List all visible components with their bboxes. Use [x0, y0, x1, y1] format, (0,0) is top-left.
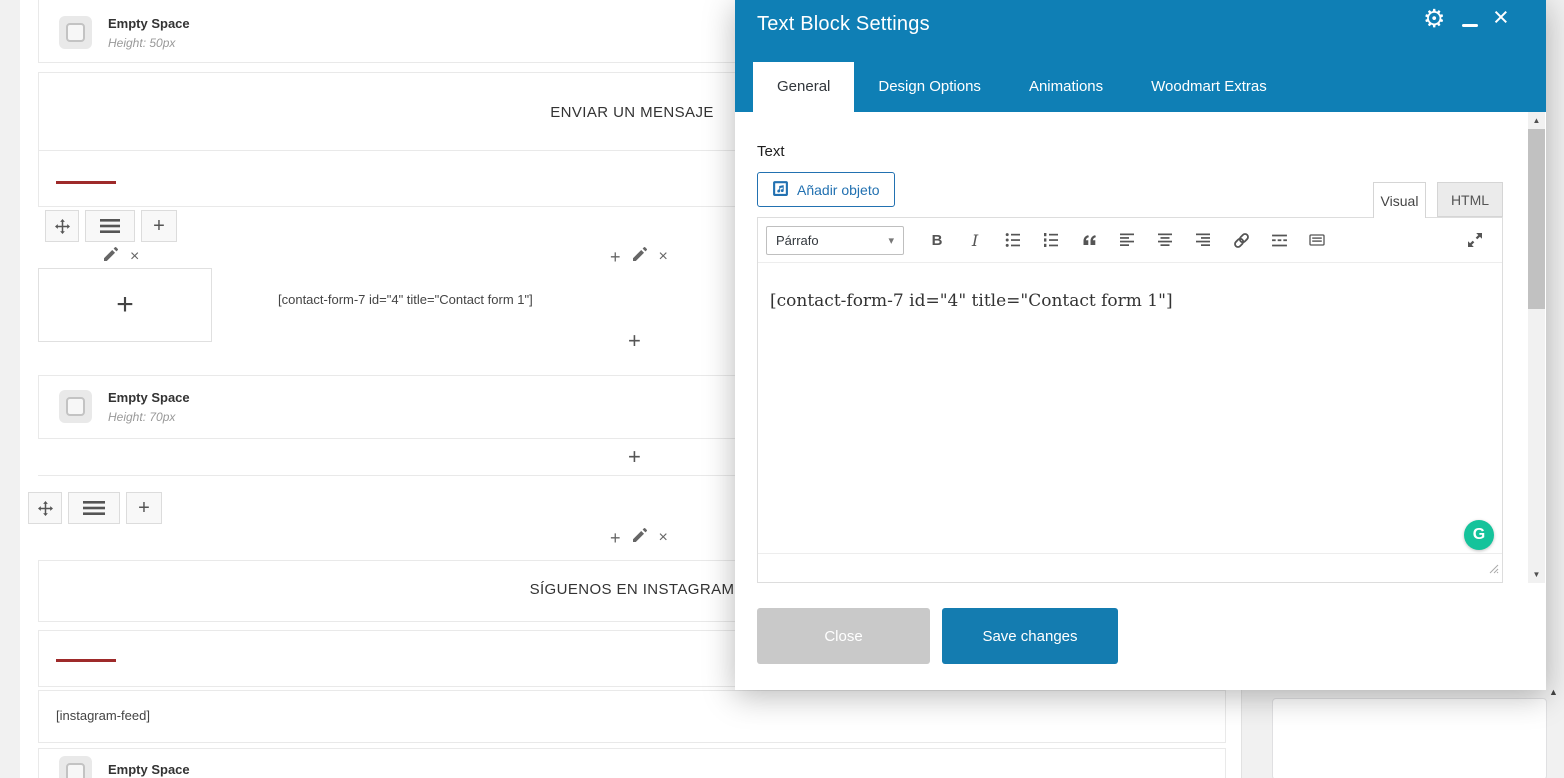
- blockquote-button[interactable]: [1072, 226, 1106, 254]
- editor-toolbar: Párrafo ▾ B I: [758, 218, 1502, 263]
- element-title: Empty Space: [108, 16, 190, 31]
- separator-line: [56, 181, 116, 184]
- text-block-element-contact-form[interactable]: [contact-form-7 id="4" title="Contact fo…: [278, 292, 533, 307]
- tab-animations[interactable]: Animations: [1005, 62, 1127, 112]
- move-icon: [54, 218, 70, 234]
- modal-header: Text Block Settings ⚙ ×: [735, 0, 1546, 56]
- column-controls-right: + ×: [610, 247, 668, 266]
- element-subtitle: Height: 70px: [108, 410, 176, 424]
- element-title: Empty Space: [108, 390, 190, 405]
- editor-mode-visual-tab[interactable]: Visual: [1373, 182, 1426, 218]
- empty-space-element-bottom[interactable]: Empty Space: [38, 748, 1226, 778]
- grammarly-icon[interactable]: G: [1464, 520, 1494, 550]
- move-icon: [37, 500, 53, 516]
- row-layout-icon: [83, 501, 105, 515]
- save-changes-button[interactable]: Save changes: [942, 608, 1118, 664]
- tab-design-options[interactable]: Design Options: [854, 62, 1005, 112]
- paragraph-format-value: Párrafo: [776, 232, 819, 248]
- modal-title: Text Block Settings: [757, 13, 930, 35]
- bold-button[interactable]: B: [920, 226, 954, 254]
- text-block-settings-modal: Text Block Settings ⚙ × General Design O…: [735, 0, 1546, 690]
- image-placeholder-icon: [59, 16, 92, 49]
- pencil-icon[interactable]: [632, 247, 647, 266]
- close-icon[interactable]: ×: [1493, 2, 1509, 33]
- field-label-text: Text: [757, 143, 785, 160]
- row-layout-button[interactable]: [85, 210, 135, 242]
- row-layout-button[interactable]: [68, 492, 120, 524]
- modal-scrollbar: ▲ ▼: [1528, 112, 1545, 583]
- column-controls-left: ×: [104, 247, 139, 266]
- bullet-list-button[interactable]: [996, 226, 1030, 254]
- tab-woodmart-extras[interactable]: Woodmart Extras: [1127, 62, 1291, 112]
- scroll-up-arrow[interactable]: ▲: [1528, 112, 1545, 129]
- text-editor: Párrafo ▾ B I [contact-form-7 id="4" tit…: [757, 217, 1503, 583]
- delete-icon[interactable]: ×: [659, 248, 668, 265]
- paragraph-format-select[interactable]: Párrafo ▾: [766, 225, 904, 255]
- row-layout-icon: [100, 219, 120, 233]
- read-more-tag-button[interactable]: [1262, 226, 1296, 254]
- italic-button[interactable]: I: [958, 226, 992, 254]
- separator-line: [56, 659, 116, 662]
- close-button[interactable]: Close: [757, 608, 930, 664]
- row-drag-handle[interactable]: [45, 210, 79, 242]
- row-drag-handle[interactable]: [28, 492, 62, 524]
- editor-status-bar: [758, 553, 1502, 582]
- modal-tab-bar: General Design Options Animations Woodma…: [735, 56, 1546, 112]
- plus-icon: +: [116, 288, 134, 321]
- empty-column-add-box[interactable]: +: [38, 268, 212, 342]
- fullscreen-button[interactable]: [1458, 226, 1492, 254]
- editor-content-area[interactable]: [contact-form-7 id="4" title="Contact fo…: [758, 264, 1502, 554]
- add-element-button[interactable]: +: [628, 330, 641, 352]
- add-media-label: Añadir objeto: [797, 181, 880, 198]
- align-right-button[interactable]: [1186, 226, 1220, 254]
- element-title: Empty Space: [108, 762, 190, 777]
- plus-icon: +: [153, 215, 165, 237]
- align-center-button[interactable]: [1148, 226, 1182, 254]
- editor-mode-html-tab[interactable]: HTML: [1437, 182, 1503, 217]
- plus-icon[interactable]: +: [610, 529, 621, 547]
- pencil-icon[interactable]: [104, 247, 118, 266]
- tab-general[interactable]: General: [753, 62, 855, 112]
- page-scroll-up-arrow[interactable]: ▲: [1549, 687, 1558, 697]
- row-add-element-button[interactable]: +: [141, 210, 177, 242]
- plus-icon[interactable]: +: [610, 248, 621, 266]
- delete-icon[interactable]: ×: [659, 529, 668, 546]
- row-add-element-button[interactable]: +: [126, 492, 162, 524]
- image-placeholder-icon: [59, 756, 92, 778]
- align-left-button[interactable]: [1110, 226, 1144, 254]
- numbered-list-button[interactable]: [1034, 226, 1068, 254]
- add-element-button[interactable]: +: [628, 446, 641, 468]
- link-button[interactable]: [1224, 226, 1258, 254]
- scrollbar-thumb[interactable]: [1528, 129, 1545, 309]
- chevron-down-icon: ▾: [888, 234, 894, 247]
- delete-icon[interactable]: ×: [130, 248, 139, 265]
- page: Empty Space Height: 50px ENVIAR UN MENSA…: [0, 0, 1564, 778]
- gear-icon[interactable]: ⚙: [1423, 4, 1445, 34]
- pencil-icon[interactable]: [632, 528, 647, 547]
- resize-grip-icon[interactable]: [1487, 561, 1499, 579]
- shortcode-text: [instagram-feed]: [56, 708, 150, 723]
- image-placeholder-icon: [59, 390, 92, 423]
- text-block-element-instagram[interactable]: [instagram-feed]: [38, 690, 1226, 743]
- element-subtitle: Height: 50px: [108, 36, 176, 50]
- column-controls: + ×: [610, 528, 668, 547]
- scroll-down-arrow[interactable]: ▼: [1528, 566, 1545, 583]
- background-panel: [1272, 698, 1547, 778]
- media-icon: [772, 180, 789, 200]
- plus-icon: +: [138, 497, 150, 519]
- add-media-button[interactable]: Añadir objeto: [757, 172, 895, 207]
- toolbar-toggle-button[interactable]: [1300, 226, 1334, 254]
- minimize-icon[interactable]: [1462, 24, 1478, 27]
